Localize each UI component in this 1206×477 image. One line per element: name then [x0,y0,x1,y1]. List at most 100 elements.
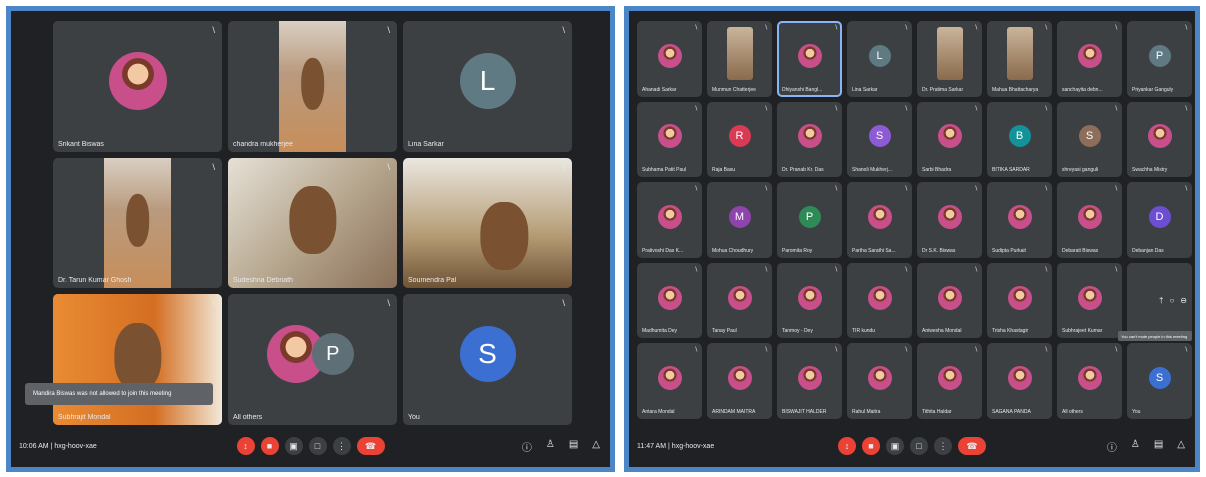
avatar [1077,204,1102,229]
participant-tile[interactable]: ∖ Dr S.K. Biswas [917,182,982,258]
chat-icon[interactable]: ▤ [569,439,578,454]
avatar [1147,124,1172,149]
activities-icon[interactable]: △ [592,439,600,454]
meeting-code: hxg-hoov-xae [54,442,97,450]
mic-off-icon: ∖ [385,26,391,35]
participant-name: Subhrajeet Kumar [1062,328,1103,335]
participant-tile[interactable]: ∖ Dr. Pranab Kr. Das [777,101,842,178]
participant-name: ARINDAM MAITRA [712,408,756,415]
participant-tile[interactable]: P ∖ Paromita Roy [777,182,842,258]
present-icon[interactable]: □ [910,437,928,455]
more-vert-icon[interactable]: ⋮ [332,437,351,455]
camera-off-icon[interactable]: ■ [260,437,279,455]
participant-tile[interactable]: ∖ Rahul Maitra [847,343,912,419]
mic-off-icon: ∖ [210,26,216,35]
participant-tile[interactable]: B ∖ BITIKA SARDAR [987,101,1052,178]
participant-tile[interactable]: ∖ Srikant Biswas [53,21,222,152]
participant-name: Soumendra Pal [408,277,457,285]
present-icon[interactable]: □ [308,437,327,455]
pin-icon[interactable]: † [1159,296,1163,305]
participant-tile[interactable]: ∖ Subhrajeet Kumar [1057,262,1122,339]
info-icon[interactable]: ⓘ [522,439,532,454]
participant-tile[interactable]: ∖ Munmun Chatterjee [707,21,772,97]
participant-face [480,202,529,271]
participant-tile[interactable]: ∖ Trisha Khastagir [987,262,1052,339]
end-call-icon[interactable]: ☎ [356,437,385,455]
participant-tile[interactable]: ∖ Dr. Pratima Sarkar [917,21,982,97]
participant-name: Subhrajit Mondal [58,414,111,421]
participant-tile[interactable]: ∖ Dr. Tarun Kumar Ghosh [53,157,222,289]
avatar [797,366,822,391]
chat-icon[interactable]: ▤ [1154,439,1163,454]
participant-tile[interactable]: P ∖ Priyankar Ganguly [1127,21,1192,97]
participant-tile[interactable]: ∖ Antara Mondal [637,343,702,419]
participant-tile[interactable]: ∖ Swachha Mistry [1127,101,1192,178]
activities-icon[interactable]: △ [1177,439,1185,454]
participant-tile[interactable]: ∖ TIR kundu [847,262,912,339]
participant-tile[interactable]: ∖ Tanmoy - Dey [777,262,842,339]
mic-off-icon[interactable]: ↕ [236,437,255,455]
participant-tile[interactable]: ∖ Subhama Patit Paul [637,101,702,178]
people-icon[interactable]: ♙ [546,439,555,454]
participant-tile[interactable]: ∖ Ahanadi Sarkar [637,21,702,97]
participant-tile[interactable]: ∖ Mahua Bhattacharya [987,21,1052,97]
participant-tile[interactable]: ∖ Debarati Biswas [1057,182,1122,258]
captions-icon[interactable]: ▣ [886,437,904,455]
avatar [657,366,682,391]
participant-name: Dr. Pratima Sarkar [922,86,964,93]
participant-tile[interactable]: ∖ Prativoshi Das K... [637,182,702,258]
captions-icon[interactable]: ▣ [284,437,303,455]
mic-off-icon: ∖ [764,105,768,112]
avatar [1077,366,1102,391]
participant-tile[interactable]: ∖ chandra mukherjee [228,21,397,152]
zoom-icon[interactable]: ○ [1169,296,1174,305]
info-icon[interactable]: ⓘ [1107,439,1117,454]
end-call-icon[interactable]: ☎ [958,437,986,455]
mic-off-icon: ∖ [974,266,978,273]
avatar [1077,285,1102,310]
participant-tile[interactable]: P ∖ All others [228,294,397,425]
participant-tile[interactable]: S ∖ Shanoli Mukherj... [847,101,912,178]
participant-tile[interactable]: S ∖ shreyasi ganguli [1057,101,1122,178]
more-vert-icon[interactable]: ⋮ [934,437,952,455]
meeting-time: 11:47 AM [637,442,667,450]
participant-tile[interactable]: D ∖ Debanjan Das [1127,182,1192,258]
participant-tile[interactable]: S ∖ You [403,294,572,425]
side-controls: ⓘ ♙ ▤ △ [1107,439,1185,454]
avatar [937,285,962,310]
participant-tile[interactable]: ∖ SAGANA PANDA [987,343,1052,419]
participant-tile[interactable]: M ∖ Mohua Choudhury [707,182,772,258]
participant-tile[interactable]: ∖ Sudeshna Debnath [228,157,397,289]
participant-tile[interactable]: ∖ ARINDAM MAITRA [707,343,772,419]
avatar: P [1148,44,1171,67]
participant-tile[interactable]: ∖ Madhumita Dey [637,262,702,339]
participant-tile[interactable]: ∖ BISWAJIT HALDER [777,343,842,419]
participant-name: Sudipta Purkait [992,247,1026,254]
participant-tile[interactable]: R ∖ Raja Basu [707,101,772,178]
participant-tile[interactable]: ∖ Dhiyanshi Bangl... [777,21,842,97]
participant-tile[interactable]: ∖ Tithita Haldar [917,343,982,419]
participant-tile[interactable]: ∖ All others [1057,343,1122,419]
avatar [1007,366,1032,391]
remove-icon[interactable]: ⊖ [1180,296,1187,305]
participant-tile[interactable]: S ∖ You [1127,343,1192,419]
participant-name: Trisha Khastagir [992,328,1029,335]
participant-tile[interactable]: ∖ Partha Sarathi Sa... [847,182,912,258]
participant-tile[interactable]: ∖ sanchayita debn... [1057,21,1122,97]
participant-tile[interactable]: ∖ Sudipta Purkait [987,182,1052,258]
camera-off-icon[interactable]: ■ [862,437,880,455]
participant-tile[interactable]: ∖ Sarbi Bhadra [917,101,982,178]
participant-tile[interactable]: ∖ Aniwesha Mondal [917,262,982,339]
participant-tile[interactable]: ∖ Tanay Paul [707,262,772,339]
participant-tile[interactable]: ∖ Subhrajit Mondal [53,294,222,425]
participant-tile[interactable]: L ∖ Lina Sarkar [847,21,912,97]
participant-tile[interactable]: ∖ Soumendra Pal [403,157,572,289]
participant-name: Mohua Choudhury [712,247,754,254]
participant-tile-empty[interactable]: † ○ ⊖ [1127,262,1192,339]
avatar [657,285,682,310]
mic-off-icon[interactable]: ↕ [838,437,856,455]
mic-off-icon: ∖ [210,299,216,309]
people-icon[interactable]: ♙ [1131,439,1140,454]
mic-off-icon: ∖ [1114,186,1118,193]
participant-tile[interactable]: L ∖ Lina Sarkar [403,21,572,152]
